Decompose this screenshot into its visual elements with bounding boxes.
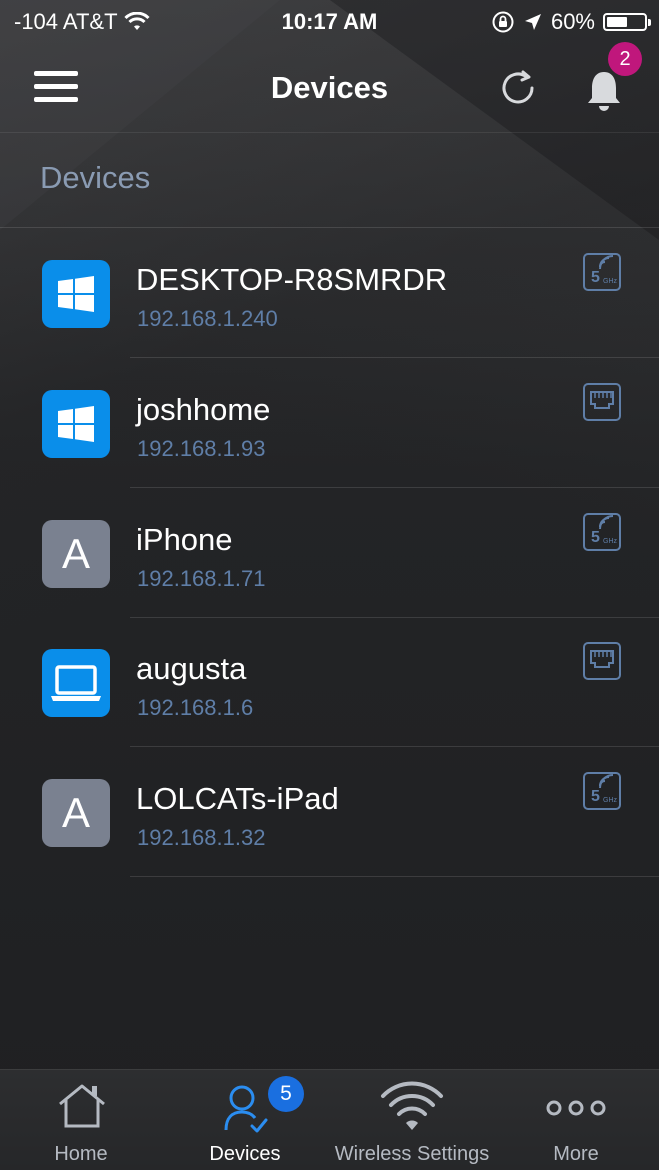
svg-text:GHz: GHz <box>603 538 618 545</box>
device-ip: 192.168.1.32 <box>137 825 266 850</box>
windows-icon <box>42 390 110 458</box>
svg-text:GHz: GHz <box>603 278 618 285</box>
ethernet-icon <box>583 383 621 421</box>
device-ip: 192.168.1.71 <box>137 566 266 591</box>
svg-text:GHz: GHz <box>603 797 618 804</box>
tab-more[interactable]: More <box>516 1070 636 1170</box>
battery-percent: 60% <box>550 9 595 34</box>
device-ip: 192.168.1.93 <box>137 436 266 461</box>
ethernet-icon <box>583 642 621 680</box>
status-bar: -104 AT&T 10:17 AM 60% <box>0 0 659 44</box>
wifi-icon <box>381 1081 443 1130</box>
windows-icon <box>42 260 110 328</box>
device-row[interactable]: joshhome 192.168.1.93 <box>0 358 659 488</box>
devices-icon <box>224 1085 268 1133</box>
svg-text:5: 5 <box>591 269 600 286</box>
tab-bar: Home Devices Wireless Settings More <box>0 1069 659 1170</box>
battery-icon <box>603 13 651 31</box>
device-name: DESKTOP-R8SMRDR <box>136 262 448 297</box>
refresh-icon[interactable] <box>496 66 540 110</box>
5ghz-wifi-icon: 5 GHz <box>583 253 621 291</box>
device-row[interactable]: DESKTOP-R8SMRDR 192.168.1.240 5 GHz <box>0 228 659 358</box>
tab-label: Home <box>54 1143 108 1165</box>
battery-fill <box>607 17 628 27</box>
device-row[interactable]: augusta 192.168.1.6 <box>0 617 659 747</box>
letter-a-icon: A <box>42 779 110 847</box>
section-header: Devices <box>40 160 151 195</box>
device-name: iPhone <box>136 522 233 557</box>
notification-badge[interactable]: 2 <box>608 42 642 76</box>
device-row[interactable]: A LOLCATs-iPad 192.168.1.32 5 GHz <box>0 747 659 877</box>
row-divider <box>130 876 659 877</box>
device-name: LOLCATs-iPad <box>136 781 339 816</box>
rotation-lock-icon <box>492 11 514 33</box>
tab-label: Wireless Settings <box>334 1143 490 1165</box>
svg-text:5: 5 <box>591 529 600 546</box>
more-icon <box>546 1100 606 1116</box>
device-name: joshhome <box>136 392 271 427</box>
tab-home[interactable]: Home <box>22 1070 140 1170</box>
status-right: 60% <box>491 9 651 35</box>
laptop-icon <box>42 649 110 717</box>
devices-count-badge: 5 <box>268 1076 304 1112</box>
nav-bar: Devices <box>0 44 659 133</box>
tab-label: More <box>553 1143 599 1165</box>
letter-a-icon: A <box>42 520 110 588</box>
location-arrow-icon <box>524 14 541 30</box>
device-ip: 192.168.1.6 <box>137 695 254 720</box>
page-title: Devices <box>270 70 389 105</box>
device-ip: 192.168.1.240 <box>137 306 278 331</box>
tab-wireless-settings[interactable]: Wireless Settings <box>332 1070 492 1170</box>
5ghz-wifi-icon: 5 GHz <box>583 513 621 551</box>
tab-label: Devices <box>209 1143 281 1165</box>
device-name: augusta <box>136 651 247 686</box>
svg-text:5: 5 <box>591 788 600 805</box>
home-icon <box>59 1084 105 1128</box>
device-row[interactable]: A iPhone 192.168.1.71 5 GHz <box>0 488 659 618</box>
5ghz-wifi-icon: 5 GHz <box>583 772 621 810</box>
